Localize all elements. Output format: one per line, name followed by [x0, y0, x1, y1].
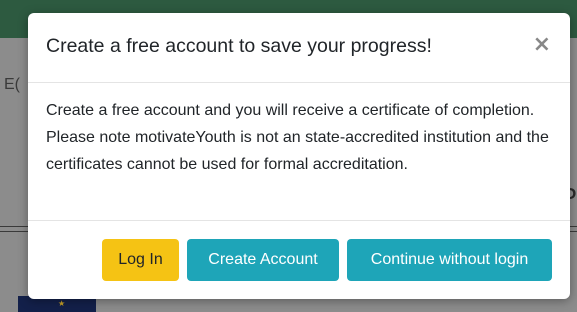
account-modal: Create a free account to save your progr… [28, 13, 570, 299]
close-button[interactable]: × [533, 34, 551, 56]
login-button[interactable]: Log In [102, 239, 179, 281]
modal-header: Create a free account to save your progr… [28, 13, 570, 83]
modal-body-text: Create a free account and you will recei… [46, 102, 549, 173]
modal-title: Create a free account to save your progr… [46, 35, 432, 57]
create-account-button[interactable]: Create Account [187, 239, 339, 281]
background-text-fragment-left: E( [4, 76, 20, 93]
star-icon: ★ [58, 299, 66, 308]
continue-without-login-button[interactable]: Continue without login [347, 239, 552, 281]
